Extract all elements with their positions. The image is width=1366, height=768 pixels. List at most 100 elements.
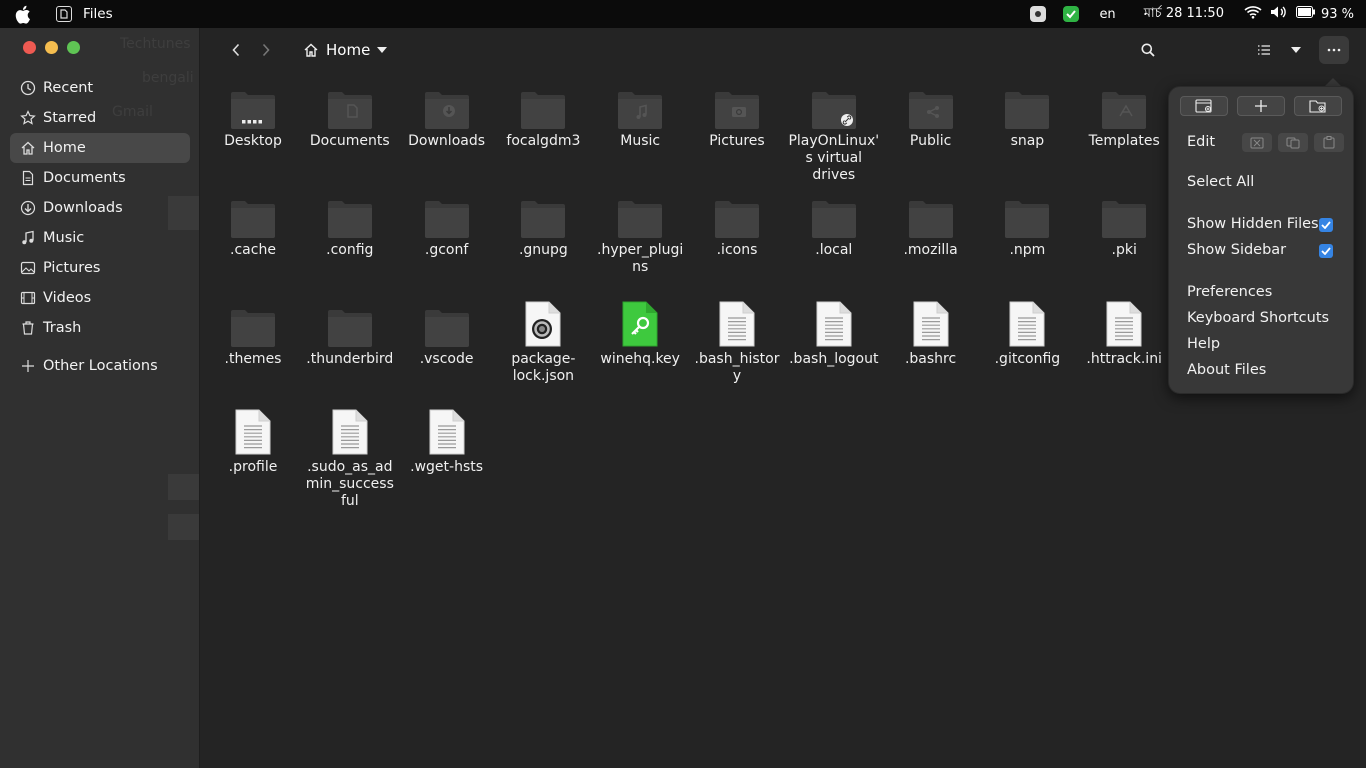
new-folder-button[interactable] [1294,96,1342,116]
folder-item[interactable]: .cache [207,189,299,259]
folder-item[interactable]: Downloads [401,80,493,150]
folder-item[interactable]: .local [788,189,880,259]
folder-item[interactable]: Documents [304,80,396,150]
sidebar-item-music[interactable]: Music [10,223,190,253]
select-all-item[interactable]: Select All [1187,174,1254,190]
view-options-button[interactable] [1285,36,1307,64]
caret-down-icon [1291,47,1301,53]
sidebar-item-home[interactable]: Home [10,133,190,163]
folder-item[interactable]: PlayOnLinux's virtual drives [788,80,880,184]
sidebar-item-trash[interactable]: Trash [10,313,190,343]
path-bar-label: Home [326,41,371,59]
folder-item[interactable]: .themes [207,298,299,368]
folder-item[interactable]: .hyper_plugins [594,189,686,276]
maximize-window-button[interactable] [67,41,80,54]
text-file-icon [809,298,859,348]
minimize-window-button[interactable] [45,41,58,54]
close-window-button[interactable] [23,41,36,54]
battery-percentage[interactable]: 93 % [1321,7,1354,22]
folder-icon [518,80,568,130]
show-sidebar-checkbox[interactable] [1319,244,1333,258]
apple-logo-icon[interactable] [0,5,44,24]
disc-tray-icon[interactable] [1030,6,1047,22]
paste-button[interactable] [1314,133,1344,152]
show-hidden-files-checkbox[interactable] [1319,218,1333,232]
preferences-item[interactable]: Preferences [1187,284,1272,300]
text-file-icon [1002,298,1052,348]
folder-item[interactable]: Public [885,80,977,150]
sidebar-item-label: Pictures [43,260,101,276]
folder-item[interactable]: Desktop [207,80,299,150]
folder-icon [809,189,859,239]
clock-datetime[interactable]: মার্চ 28 11:50 [1144,4,1224,25]
file-name-label: .gitconfig [994,351,1061,367]
file-name-label: .bash_logout [789,351,879,367]
new-tab-button[interactable] [1237,96,1285,116]
file-item[interactable]: .wget-hsts [401,406,493,476]
folder-item[interactable]: Templates [1078,80,1170,150]
sidebar-item-starred[interactable]: Starred [10,103,190,133]
text-file-icon [325,406,375,456]
sidebar-item-recent[interactable]: Recent [10,73,190,103]
sidebar-item-label: Other Locations [43,358,158,374]
folder-item[interactable]: focalgdm3 [497,80,589,150]
file-item[interactable]: .httrack.ini [1078,298,1170,368]
folder-item[interactable]: .pki [1078,189,1170,259]
file-item[interactable]: .profile [207,406,299,476]
about-files-item[interactable]: About Files [1187,362,1266,378]
cut-button[interactable] [1242,133,1272,152]
update-tray-icon[interactable] [1063,6,1080,22]
folder-icon [325,298,375,348]
folder-item[interactable]: snap [981,80,1073,150]
volume-icon[interactable] [1270,5,1288,23]
file-item[interactable]: winehq.key [594,298,686,368]
sidebar-item-documents[interactable]: Documents [10,163,190,193]
folder-item[interactable]: .config [304,189,396,259]
new-window-button[interactable] [1180,96,1228,116]
file-name-label: .profile [228,459,278,475]
copy-button[interactable] [1278,133,1308,152]
plus-icon [22,360,34,372]
folder-item[interactable]: Music [594,80,686,150]
app-menu-title[interactable]: Files [83,6,113,22]
input-language-indicator[interactable]: en [1099,7,1115,22]
sidebar-item-downloads[interactable]: Downloads [10,193,190,223]
text-file-icon [712,298,762,348]
file-item[interactable]: .bash_history [691,298,783,385]
file-name-label: .npm [1009,242,1046,258]
file-name-label: Pictures [709,133,765,149]
show-hidden-files-item[interactable]: Show Hidden Files [1187,216,1319,232]
folder-item[interactable]: .gnupg [497,189,589,259]
keyboard-shortcuts-item[interactable]: Keyboard Shortcuts [1187,310,1329,326]
sidebar-item-other-locations[interactable]: Other Locations [10,351,190,381]
show-sidebar-item[interactable]: Show Sidebar [1187,242,1286,258]
file-name-label: Templates [1088,133,1160,149]
file-item[interactable]: .sudo_as_admin_successful [304,406,396,510]
battery-icon[interactable] [1295,6,1316,22]
file-item[interactable]: .gitconfig [981,298,1073,368]
top-panel: Files en মার্চ 28 11:50 93 % [0,0,1366,28]
help-item[interactable]: Help [1187,336,1220,352]
folder-item[interactable]: .npm [981,189,1073,259]
path-bar-home[interactable]: Home [297,36,393,64]
file-item[interactable]: .bashrc [885,298,977,368]
folder-item[interactable]: .gconf [401,189,493,259]
back-button[interactable] [225,36,247,64]
file-item[interactable]: .bash_logout [788,298,880,368]
files-window: Techtunes bengali Gmail Recent Starred H… [0,28,1366,768]
sidebar-item-label: Downloads [43,200,123,216]
list-view-button[interactable] [1253,36,1275,64]
sidebar-item-videos[interactable]: Videos [10,283,190,313]
search-button[interactable] [1136,36,1160,64]
folder-item[interactable]: .mozilla [885,189,977,259]
sidebar-item-pictures[interactable]: Pictures [10,253,190,283]
folder-item[interactable]: .vscode [401,298,493,368]
forward-button[interactable] [255,36,277,64]
wifi-icon[interactable] [1244,5,1262,23]
main-menu-button[interactable] [1319,36,1349,64]
folder-item[interactable]: .thunderbird [304,298,396,368]
folder-item[interactable]: Pictures [691,80,783,150]
folder-icon [228,189,278,239]
file-item[interactable]: package-lock.json [497,298,589,385]
folder-item[interactable]: .icons [691,189,783,259]
